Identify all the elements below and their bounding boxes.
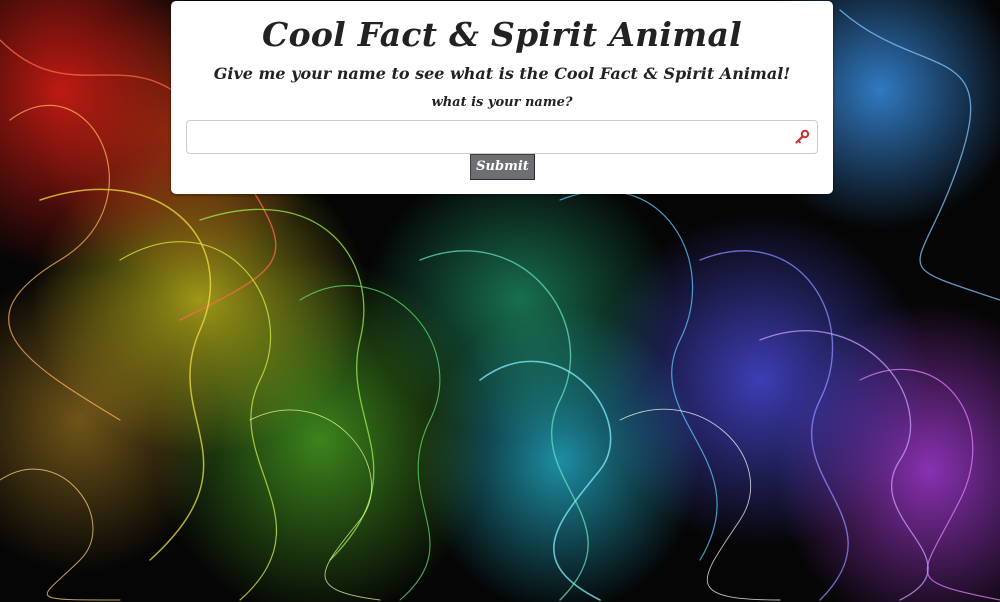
page-title: Cool Fact & Spirit Animal — [262, 15, 742, 54]
page-subtitle: Give me your name to see what is the Coo… — [213, 64, 791, 83]
name-form-card: Cool Fact & Spirit Animal Give me your n… — [171, 1, 833, 194]
name-field-label: what is your name? — [431, 95, 573, 110]
submit-button[interactable]: Submit — [470, 154, 535, 180]
name-input[interactable] — [186, 120, 818, 154]
key-icon[interactable] — [794, 129, 810, 145]
name-input-wrapper — [186, 120, 818, 154]
